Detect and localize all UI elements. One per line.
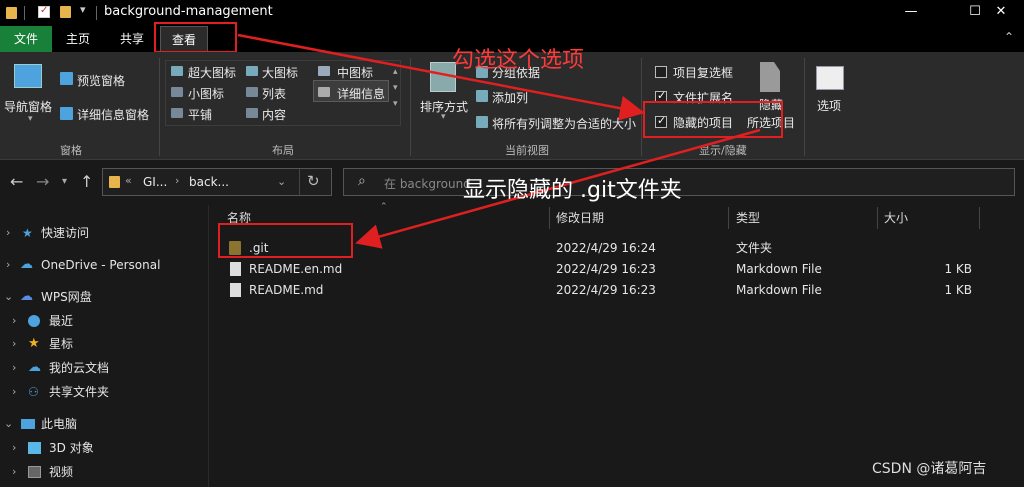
annotation-show-hidden: 显示隐藏的 .git文件夹 (463, 178, 682, 203)
annotation-check-option: 勾选这个选项 (452, 48, 585, 73)
watermark: CSDN @诸葛阿吉 (872, 461, 987, 477)
